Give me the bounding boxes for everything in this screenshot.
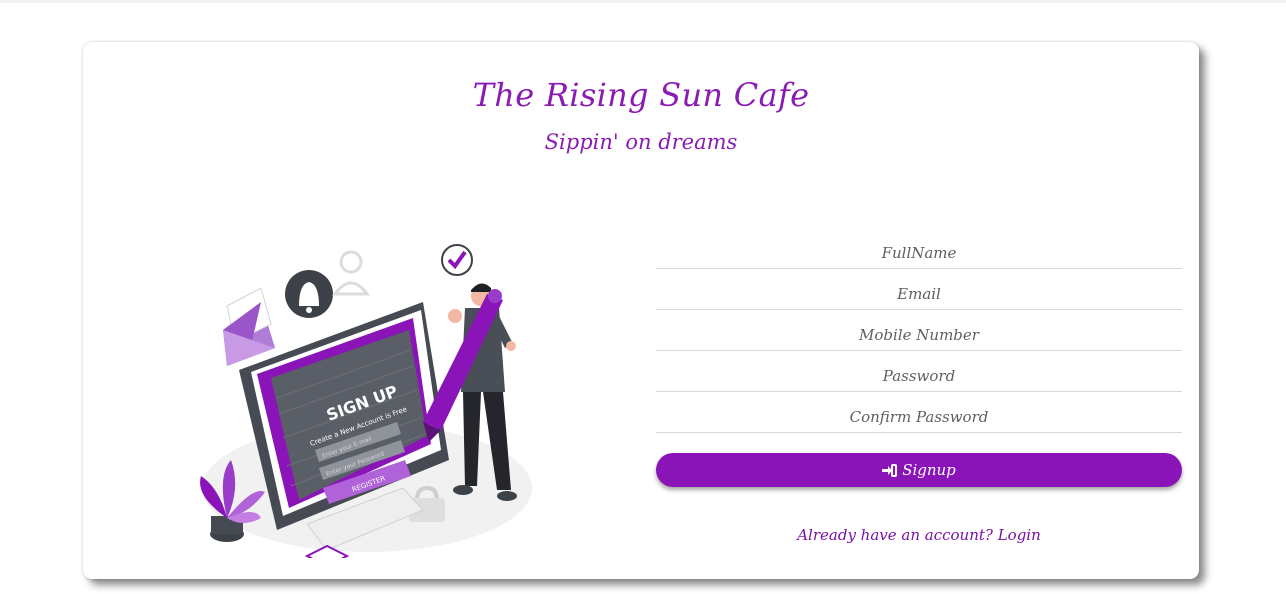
sign-in-icon [882, 463, 898, 477]
email-input[interactable] [656, 285, 1182, 303]
password-field-row [656, 351, 1182, 392]
user-icon [332, 250, 370, 296]
mobile-input[interactable] [656, 326, 1182, 344]
check-icon [441, 244, 473, 276]
signup-button-label: Signup [902, 461, 956, 479]
fullname-input[interactable] [656, 244, 1182, 262]
bell-icon [285, 270, 333, 318]
signup-button[interactable]: Signup [656, 453, 1182, 487]
confirm-password-field-row [656, 392, 1182, 433]
brand-title: The Rising Sun Cafe [472, 76, 810, 114]
envelope-icon [223, 287, 275, 366]
fullname-field-row [656, 228, 1182, 269]
signup-card: The Rising Sun Cafe Sippin' on dreams SI… [83, 42, 1199, 579]
confirm-password-input[interactable] [656, 408, 1182, 426]
signup-form: Signup [656, 228, 1182, 487]
password-input[interactable] [656, 367, 1182, 385]
mobile-field-row [656, 310, 1182, 351]
login-link[interactable]: Already have an account? Login [656, 526, 1182, 544]
brand-tagline: Sippin' on dreams [544, 130, 738, 154]
signup-illustration: SIGN UP Create a New Account is Free Ent… [200, 244, 532, 558]
top-border [0, 0, 1286, 3]
email-field-row [656, 269, 1182, 310]
